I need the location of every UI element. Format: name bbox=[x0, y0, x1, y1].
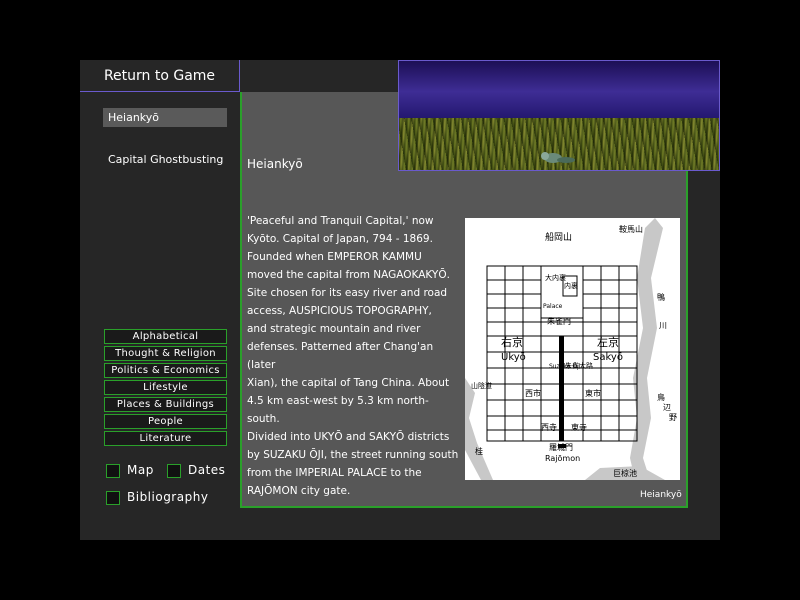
map-label: 羅城門 bbox=[549, 443, 573, 452]
map-label: Ukyō bbox=[501, 352, 526, 363]
related-entry-link[interactable]: Capital Ghostbusting bbox=[108, 153, 223, 166]
category-places-buildings[interactable]: Places & Buildings bbox=[104, 397, 227, 412]
bibliography-checkbox[interactable] bbox=[106, 491, 120, 505]
map-label: 東寺 bbox=[571, 422, 587, 432]
map-label: 桂 bbox=[475, 446, 483, 456]
category-literature[interactable]: Literature bbox=[104, 431, 227, 446]
category-alphabetical[interactable]: Alphabetical bbox=[104, 329, 227, 344]
map-caption: Heiankyō bbox=[640, 490, 682, 500]
map-checkbox[interactable] bbox=[106, 464, 120, 478]
article-line: by SUZAKU ŌJI, the street running south bbox=[247, 449, 459, 461]
map-label: 西市 bbox=[525, 388, 541, 398]
heiankyo-map-image: 船岡山 鞍馬山 鴨 川 内裏 大内裏 Palace 朱雀門 右京 Ukyō 左京… bbox=[465, 218, 680, 480]
category-lifestyle[interactable]: Lifestyle bbox=[104, 380, 227, 395]
dates-checkbox[interactable] bbox=[167, 464, 181, 478]
map-label: 鞍馬山 bbox=[619, 224, 643, 234]
article-body: 'Peaceful and Tranquil Capital,' now Kyō… bbox=[247, 212, 459, 500]
article-line: Kyōto. Capital of Japan, 794 - 1869. bbox=[247, 233, 433, 245]
map-label: 船岡山 bbox=[545, 231, 572, 243]
map-label: 辺 bbox=[663, 403, 671, 412]
article-title: Heiankyō bbox=[247, 157, 303, 171]
map-label: 大内裏 bbox=[545, 273, 566, 282]
category-list: Alphabetical Thought & Religion Politics… bbox=[104, 329, 227, 448]
map-label: 左京 bbox=[597, 335, 619, 349]
katsura-river bbox=[465, 378, 493, 480]
map-label: Rajōmon bbox=[545, 454, 580, 463]
article-line: Founded when EMPEROR KAMMU bbox=[247, 251, 422, 263]
dates-checkbox-label: Dates bbox=[188, 463, 226, 477]
category-politics-economics[interactable]: Politics & Economics bbox=[104, 363, 227, 378]
map-label: Palace bbox=[543, 303, 563, 310]
article-line: Site chosen for its easy river and road bbox=[247, 287, 448, 299]
current-entry-label: Heiankyō bbox=[103, 108, 227, 127]
ghost-figure-icon bbox=[541, 152, 575, 163]
article-line: moved the capital from NAGAOKAKYŌ. bbox=[247, 269, 450, 281]
article-line: RAJŌMON city gate. bbox=[247, 485, 351, 497]
article-line: from the IMPERIAL PALACE to the bbox=[247, 467, 422, 479]
article-line: Xian), the capital of Tang China. About bbox=[247, 377, 450, 389]
map-label: 巨椋池 bbox=[613, 468, 637, 478]
map-checkbox-label: Map bbox=[127, 463, 154, 477]
map-label: 右京 bbox=[501, 335, 523, 349]
bibliography-checkbox-label: Bibliography bbox=[127, 490, 209, 504]
map-label: Suzaku Ōji bbox=[549, 363, 581, 370]
article-line: defenses. Patterned after Chang'an (late… bbox=[247, 341, 434, 371]
category-people[interactable]: People bbox=[104, 414, 227, 429]
map-label: 東市 bbox=[585, 388, 601, 398]
article-line: Divided into UKYŌ and SAKYŌ districts bbox=[247, 431, 450, 443]
category-thought-religion[interactable]: Thought & Religion bbox=[104, 346, 227, 361]
article-line: access, AUSPICIOUS TOPOGRAPHY, bbox=[247, 305, 432, 317]
map-label: 鴨 bbox=[657, 292, 665, 302]
map-label: 朱雀門 bbox=[547, 316, 571, 326]
map-label: 鳥 bbox=[657, 392, 665, 402]
map-label: 川 bbox=[659, 321, 667, 330]
map-label: 西寺 bbox=[541, 423, 557, 432]
map-label: 山陰道 bbox=[471, 381, 492, 390]
map-label: 内裏 bbox=[564, 281, 578, 290]
return-to-game-button[interactable]: Return to Game bbox=[80, 60, 240, 92]
scene-banner-image bbox=[398, 60, 720, 171]
article-line: 4.5 km east-west by 5.3 km north-south. bbox=[247, 395, 429, 425]
suzaku-oji-road bbox=[559, 336, 564, 441]
map-label: 野 bbox=[669, 413, 677, 422]
map-label: Sakyō bbox=[593, 352, 623, 363]
article-line: 'Peaceful and Tranquil Capital,' now bbox=[247, 215, 434, 227]
article-line: and strategic mountain and river bbox=[247, 323, 421, 335]
